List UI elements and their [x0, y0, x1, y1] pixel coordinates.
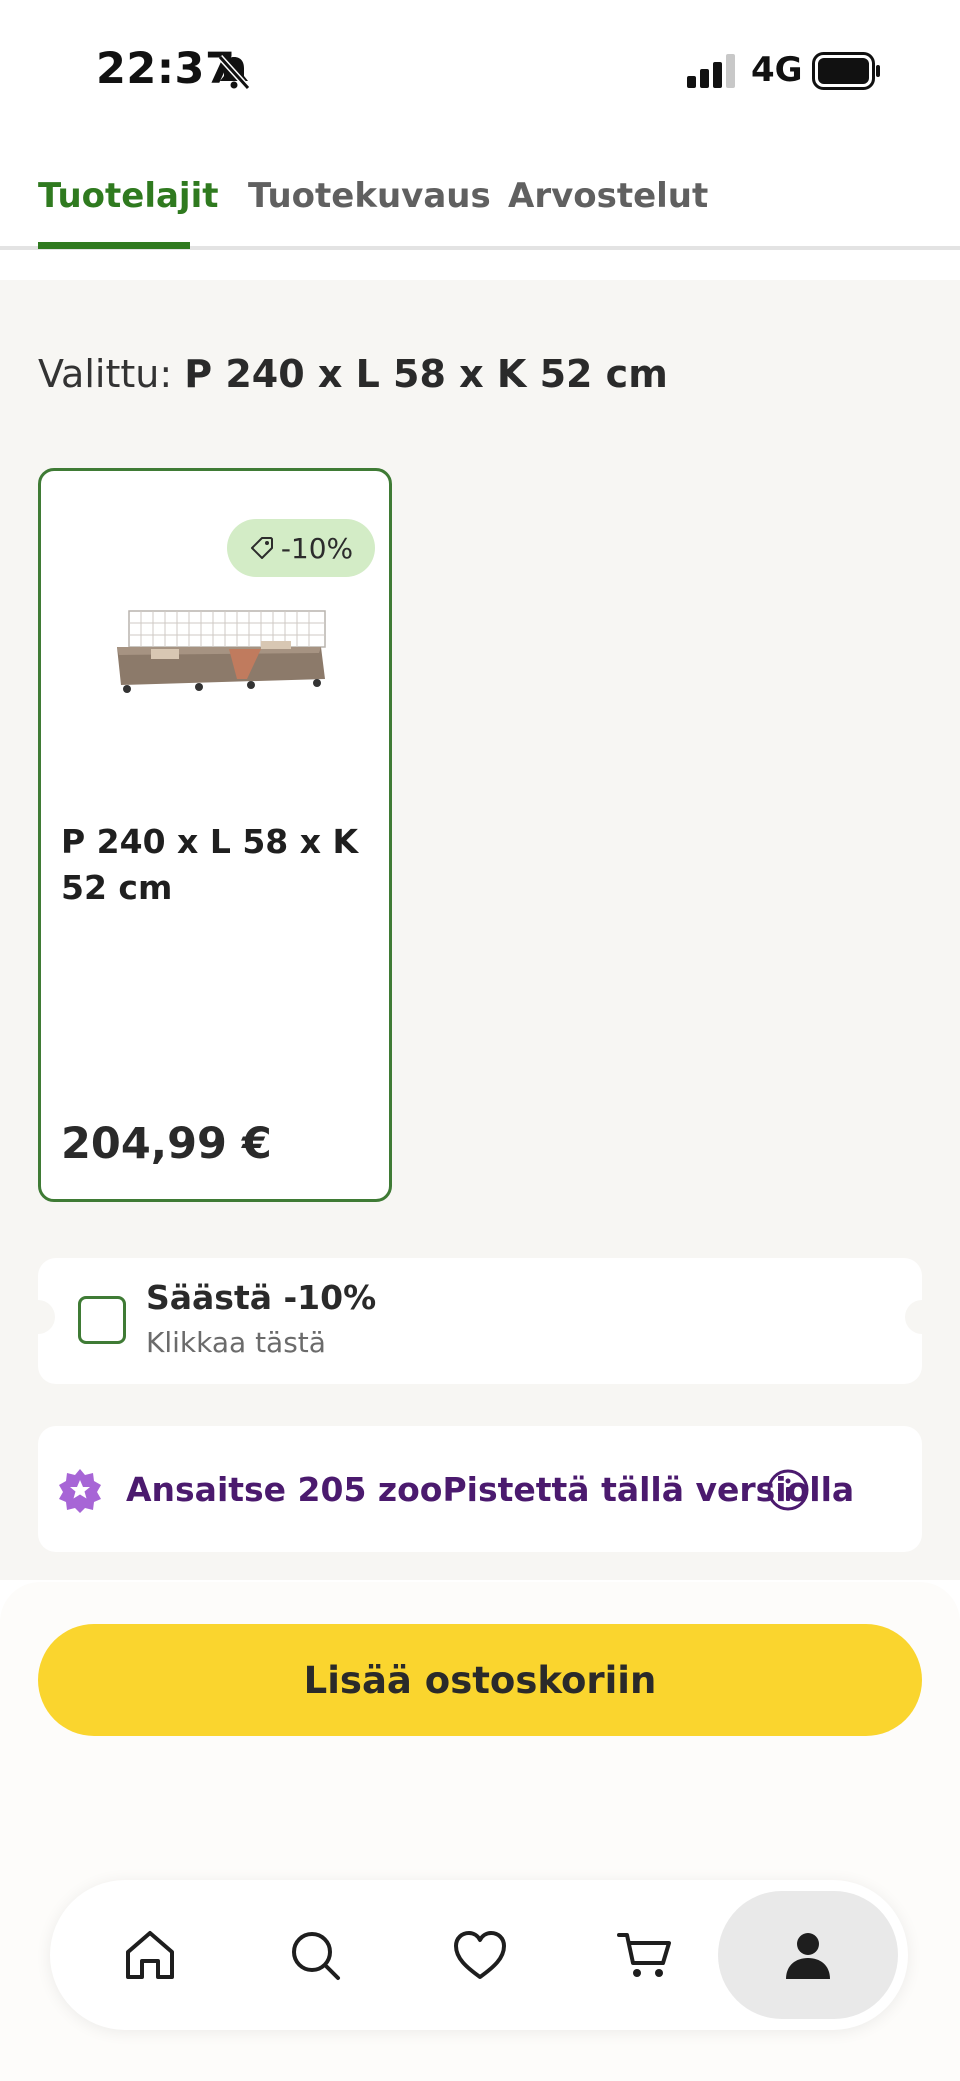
tab-tuotekuvaus[interactable]: Tuotekuvaus: [248, 176, 491, 216]
bottom-nav: [50, 1880, 908, 2030]
coupon-subtitle: Klikkaa tästä: [146, 1326, 326, 1359]
home-icon: [126, 1931, 174, 1979]
coupon-notch-left: [21, 1300, 55, 1334]
tab-bar: Tuotelajit Tuotekuvaus Arvostelut: [0, 140, 960, 250]
nav-search[interactable]: [255, 1895, 375, 2015]
tag-icon: [250, 537, 273, 559]
variant-section: Valittu: P 240 x L 58 x K 52 cm -10% P 2…: [0, 280, 960, 1580]
signal-icon: [687, 54, 735, 88]
selected-label: Valittu:: [38, 352, 173, 396]
info-icon[interactable]: [766, 1468, 810, 1512]
status-bar: 22:37 4G: [0, 0, 960, 140]
variant-name: P 240 x L 58 x K 52 cm: [61, 822, 359, 907]
selected-variant-line: Valittu: P 240 x L 58 x K 52 cm: [38, 352, 668, 396]
network-label: 4G: [751, 50, 803, 90]
points-text: Ansaitse 205 zooPistettä tällä versiolla: [126, 1470, 855, 1509]
points-card: Ansaitse 205 zooPistettä tällä versiolla: [38, 1426, 922, 1552]
selected-value: P 240 x L 58 x K 52 cm: [184, 352, 668, 396]
discount-badge: -10%: [227, 519, 375, 577]
heart-icon: [454, 1931, 506, 1979]
variant-card[interactable]: -10% P 240 x L 58 x K 52 cm 204,99 €: [38, 468, 392, 1202]
coupon-title: Säästä -10%: [146, 1278, 377, 1317]
discount-label: -10%: [280, 531, 354, 565]
tab-arvostelut[interactable]: Arvostelut: [508, 176, 708, 216]
active-tab-indicator: [38, 242, 190, 249]
product-image: [117, 610, 326, 693]
profile-icon: [786, 1933, 830, 1979]
battery-icon: [812, 52, 880, 90]
search-icon: [292, 1932, 340, 1980]
add-to-cart-button[interactable]: Lisää ostoskoriin: [38, 1624, 922, 1736]
bottom-sheet: Lisää ostoskoriin: [0, 1582, 960, 2081]
coupon-checkbox[interactable]: [78, 1296, 126, 1344]
coupon-notch-right: [905, 1300, 939, 1334]
nav-profile[interactable]: [718, 1891, 898, 2019]
coupon-card[interactable]: Säästä -10% Klikkaa tästä: [21, 1258, 939, 1384]
bell-muted-icon: [217, 54, 251, 91]
nav-cart[interactable]: [585, 1895, 705, 2015]
tab-tuotelajit[interactable]: Tuotelajit: [38, 176, 219, 216]
cart-icon: [617, 1933, 671, 1977]
zoopoints-badge-icon: [59, 1469, 101, 1513]
nav-home[interactable]: [90, 1895, 210, 2015]
variant-price: 204,99 €: [61, 1119, 272, 1169]
nav-favorites[interactable]: [420, 1895, 540, 2015]
